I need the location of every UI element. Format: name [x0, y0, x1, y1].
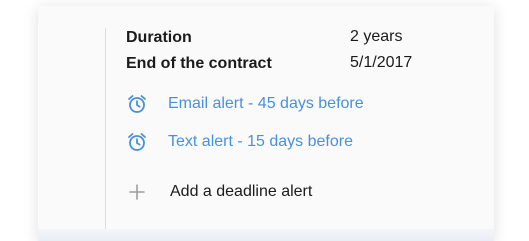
text-alert-text: Text alert - 15 days before [168, 133, 353, 150]
add-deadline-alert-label: Add a deadline alert [170, 183, 313, 200]
text-alert-item[interactable]: Text alert - 15 days before [126, 130, 353, 154]
plus-icon [126, 181, 148, 203]
email-alert-item[interactable]: Email alert - 45 days before [126, 92, 364, 116]
email-alert-text: Email alert - 45 days before [168, 95, 364, 112]
end-of-contract-value: 5/1/2017 [350, 54, 413, 71]
timeline-divider [105, 28, 106, 241]
duration-value: 2 years [350, 28, 403, 45]
alarm-clock-icon [126, 93, 148, 115]
duration-label: Duration [126, 29, 192, 46]
alarm-clock-icon [126, 131, 148, 153]
end-of-contract-label: End of the contract [126, 55, 272, 72]
contract-details-card: Duration 2 years End of the contract 5/1… [38, 6, 494, 241]
add-deadline-alert-button[interactable]: Add a deadline alert [126, 180, 312, 204]
card-footer-strip [38, 229, 494, 241]
